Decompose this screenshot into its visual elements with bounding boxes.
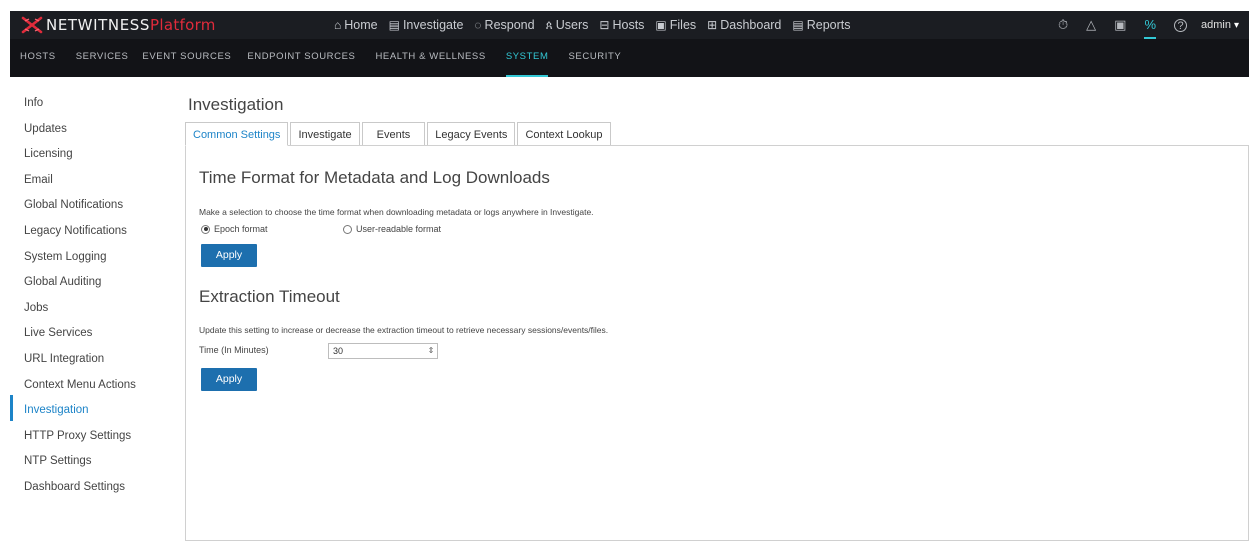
time-format-description: Make a selection to choose the time form… [199,207,594,217]
nav-label: Users [555,18,589,32]
subnav-health-wellness[interactable]: HEALTH & WELLNESS [375,39,485,77]
page-title: Investigation [188,95,284,114]
brand-suffix: Platform [150,16,216,34]
main-nav: ⌂ Home ▤ Investigate ◌ Respond ጰ Users ⊟ Host… [334,11,862,39]
time-minutes-label: Time (In Minutes) [199,345,269,355]
nav-reports[interactable]: ▤ Reports [792,18,850,32]
extraction-timeout-heading: Extraction Timeout [199,287,340,306]
sub-nav: HOSTS SERVICES EVENT SOURCES ENDPOINT SO… [10,39,1249,77]
time-minutes-value: 30 [333,346,344,356]
sidebar-item-updates[interactable]: Updates [10,114,170,140]
sidebar-item-system-logging[interactable]: System Logging [10,242,170,268]
tab-investigate[interactable]: Investigate [290,122,360,146]
sidebar-item-email[interactable]: Email [10,165,170,191]
help-icon[interactable]: ? [1174,18,1187,32]
sidebar-item-context-menu-actions[interactable]: Context Menu Actions [10,370,170,396]
subnav-endpoint-sources[interactable]: ENDPOINT SOURCES [247,39,355,77]
tab-context-lookup[interactable]: Context Lookup [517,122,611,146]
settings-panel: Time Format for Metadata and Log Downloa… [185,145,1249,541]
sidebar-item-licensing[interactable]: Licensing [10,139,170,165]
nav-label: Respond [484,18,535,32]
sidebar-item-url-integration[interactable]: URL Integration [10,344,170,370]
nav-dashboard[interactable]: ⊞ Dashboard [707,18,781,32]
settings-tabs: Common Settings Investigate Events Legac… [185,122,613,146]
subnav-system[interactable]: SYSTEM [505,39,549,77]
sidebar-item-ntp-settings[interactable]: NTP Settings [10,446,170,472]
sidebar-item-investigation[interactable]: Investigation [10,395,170,421]
time-format-heading: Time Format for Metadata and Log Downloa… [199,168,550,187]
subnav-services[interactable]: SERVICES [76,39,129,77]
sidebar-item-legacy-notifications[interactable]: Legacy Notifications [10,216,170,242]
subnav-hosts[interactable]: HOSTS [20,39,56,77]
admin-settings-icon[interactable]: % [1144,11,1156,39]
tab-events[interactable]: Events [361,122,426,146]
subnav-event-sources[interactable]: EVENT SOURCES [142,39,231,77]
hosts-icon: ⊟ [599,18,610,32]
timer-icon[interactable]: ⏱ [1058,17,1068,33]
extraction-timeout-description: Update this setting to increase or decre… [199,325,609,335]
home-icon: ⌂ [334,18,342,32]
radio-selected-icon [201,224,210,234]
spinner-icon[interactable]: ⇕ [425,344,437,358]
nav-label: Investigate [402,18,464,32]
tab-legacy-events[interactable]: Legacy Events [427,122,516,146]
nav-label: Hosts [612,18,645,32]
radio-label: User-readable format [356,224,442,234]
apply-time-format-button[interactable]: Apply [201,244,257,267]
brand-name: NETWITNESS [46,16,151,34]
sidebar-item-http-proxy-settings[interactable]: HTTP Proxy Settings [10,421,170,447]
nav-files[interactable]: ▣ Files [655,18,696,32]
chevron-down-icon: ▾ [1233,19,1239,31]
investigate-icon: ▤ [388,18,400,32]
user-menu[interactable]: admin ▾ [1201,19,1239,31]
dashboard-icon: ⊞ [707,18,718,32]
reports-icon: ▤ [792,18,804,32]
notes-icon[interactable]: ▣ [1114,17,1126,33]
nav-home[interactable]: ⌂ Home [334,18,378,32]
nav-label: Home [344,18,378,32]
netwitness-logo[interactable]: NETWITNESS Platform [20,16,320,34]
sidebar-item-jobs[interactable]: Jobs [10,293,170,319]
user-name: admin [1201,19,1231,31]
epoch-format-radio[interactable]: Epoch format [201,224,268,234]
sidebar-item-global-notifications[interactable]: Global Notifications [10,190,170,216]
right-nav: ⏱ △ ▣ % ? admin ▾ [1040,11,1239,39]
respond-icon: ◌ [474,18,482,32]
users-icon: ጰ [545,17,553,32]
nav-respond[interactable]: ◌ Respond [474,18,534,32]
apply-extraction-timeout-button[interactable]: Apply [201,368,257,391]
netwitness-x-icon [20,16,44,34]
top-header: NETWITNESS Platform ⌂ Home ▤ Investigate ◌ R… [10,11,1249,39]
sidebar-item-live-services[interactable]: Live Services [10,318,170,344]
bell-icon[interactable]: △ [1086,17,1096,33]
sidebar: Info Updates Licensing Email Global Noti… [10,88,170,498]
nav-hosts[interactable]: ⊟ Hosts [599,18,644,32]
files-icon: ▣ [655,18,667,32]
sidebar-item-info[interactable]: Info [10,88,170,114]
nav-investigate[interactable]: ▤ Investigate [389,18,464,32]
nav-label: Reports [806,18,851,32]
nav-label: Dashboard [720,18,782,32]
tab-common-settings[interactable]: Common Settings [185,122,289,146]
nav-label: Files [669,18,697,32]
radio-label: Epoch format [214,224,268,234]
time-minutes-stepper[interactable]: 30 ⇕ [328,343,438,359]
radio-unselected-icon [343,224,352,234]
sidebar-item-dashboard-settings[interactable]: Dashboard Settings [10,472,170,498]
subnav-security[interactable]: SECURITY [568,39,621,77]
user-readable-format-radio[interactable]: User-readable format [343,224,441,234]
nav-users[interactable]: ጰ Users [546,18,589,33]
sidebar-item-global-auditing[interactable]: Global Auditing [10,267,170,293]
